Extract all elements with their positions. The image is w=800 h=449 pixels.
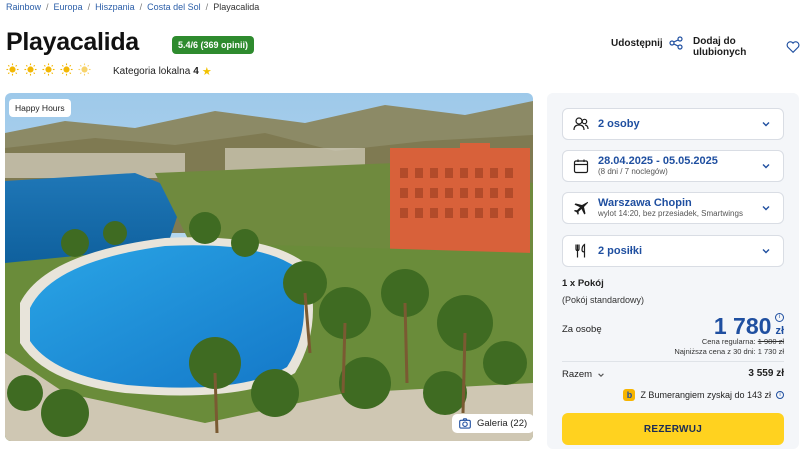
breadcrumb-separator: / (46, 2, 49, 12)
category-label: Kategoria lokalna (113, 66, 191, 77)
info-icon[interactable]: i (776, 391, 784, 399)
breadcrumb-separator: / (139, 2, 143, 12)
chevron-down-icon (762, 249, 770, 254)
total-label: Razem (562, 369, 593, 380)
plane-icon (574, 201, 589, 215)
share-button[interactable]: Udostępnij (611, 36, 683, 50)
share-label: Udostępnij (611, 37, 663, 49)
local-category: Kategoria lokalna 4 ★ (113, 65, 212, 78)
total-toggle[interactable]: Razem (562, 369, 605, 380)
camera-icon (459, 418, 471, 429)
per-person-label: Za osobę (562, 324, 602, 335)
room-count: 1 x Pokój (562, 278, 604, 289)
chevron-down-icon (762, 206, 770, 211)
share-icon (669, 36, 683, 50)
breadcrumb: Rainbow / Europa / Hiszpania / Costa del… (6, 2, 259, 12)
breadcrumb-current: Playacalida (213, 2, 260, 12)
price-currency: zł (775, 325, 784, 337)
persons-select[interactable]: 2 osoby (562, 108, 784, 140)
room-type: (Pokój standardowy) (562, 295, 645, 305)
star-icon: ★ (201, 66, 212, 78)
breadcrumb-link-costa-del-sol[interactable]: Costa del Sol (147, 2, 201, 12)
sun-icon (24, 63, 37, 76)
sun-icon (78, 63, 91, 76)
cutlery-icon (575, 243, 586, 258)
divider (562, 361, 784, 362)
dates-sub: (8 dni / 7 noclegów) (598, 167, 668, 177)
departure-value: Warszawa Chopin (598, 197, 692, 210)
persons-icon (573, 117, 589, 131)
price-value: 1 780 (713, 313, 772, 339)
persons-value: 2 osoby (598, 117, 640, 130)
happy-hours-tag: Happy Hours (9, 99, 71, 117)
lowest-price-value: 1 730 zł (757, 347, 784, 356)
sun-icon (60, 63, 73, 76)
sun-icon (42, 63, 55, 76)
breadcrumb-link-rainbow[interactable]: Rainbow (6, 2, 41, 12)
bumerang-info: b Z Bumerangiem zyskaj do 143 zł i (623, 389, 784, 401)
total-value: 3 559 zł (748, 368, 784, 379)
sun-rating (6, 63, 91, 76)
sun-icon (6, 63, 19, 76)
calendar-icon (573, 159, 589, 174)
gallery-button[interactable]: Galeria (22) (452, 414, 535, 433)
departure-select[interactable]: Warszawa Chopin wylot 14:20, bez przesia… (562, 192, 784, 224)
meals-select[interactable]: 2 posiłki (562, 235, 784, 267)
chevron-down-icon (598, 372, 604, 377)
hotel-photo[interactable] (5, 93, 533, 441)
rating-badge[interactable]: 5.4/6 (369 opinii) (172, 36, 255, 54)
breadcrumb-link-hiszpania[interactable]: Hiszpania (95, 2, 135, 12)
dates-select[interactable]: 28.04.2025 - 05.05.2025 (8 dni / 7 nocle… (562, 150, 784, 182)
regular-price-label: Cena regularna: (701, 337, 756, 346)
departure-sub: wylot 14:20, bez przesiadek, Smartwings (598, 209, 743, 219)
chevron-down-icon (762, 164, 770, 169)
meals-value: 2 posiłki (598, 244, 643, 257)
chevron-down-icon (762, 122, 770, 127)
favorite-button[interactable]: Dodaj do ulubionych (693, 36, 800, 58)
regular-price: Cena regularna: 1 980 zł (702, 337, 784, 346)
dates-value: 28.04.2025 - 05.05.2025 (598, 155, 718, 168)
price: 1 780 zł (714, 313, 784, 340)
gallery-label: Galeria (22) (477, 418, 528, 429)
category-value: 4 (193, 66, 199, 77)
info-icon[interactable]: i (775, 313, 784, 322)
breadcrumb-separator: / (205, 2, 209, 12)
breadcrumb-link-europa[interactable]: Europa (54, 2, 83, 12)
regular-price-value: 1 980 zł (757, 337, 784, 346)
reserve-button[interactable]: REZERWUJ (562, 413, 784, 445)
breadcrumb-separator: / (87, 2, 91, 12)
bumerang-logo-icon: b (623, 389, 636, 401)
favorite-label: Dodaj do ulubionych (693, 36, 747, 58)
page-title: Playacalida (6, 28, 139, 56)
lowest-price-label: Najniższa cena z 30 dni: (674, 347, 756, 356)
lowest-price: Najniższa cena z 30 dni: 1 730 zł (674, 347, 784, 356)
bumerang-text: Z Bumerangiem zyskaj do 143 zł (640, 390, 771, 400)
heart-icon (786, 41, 800, 54)
